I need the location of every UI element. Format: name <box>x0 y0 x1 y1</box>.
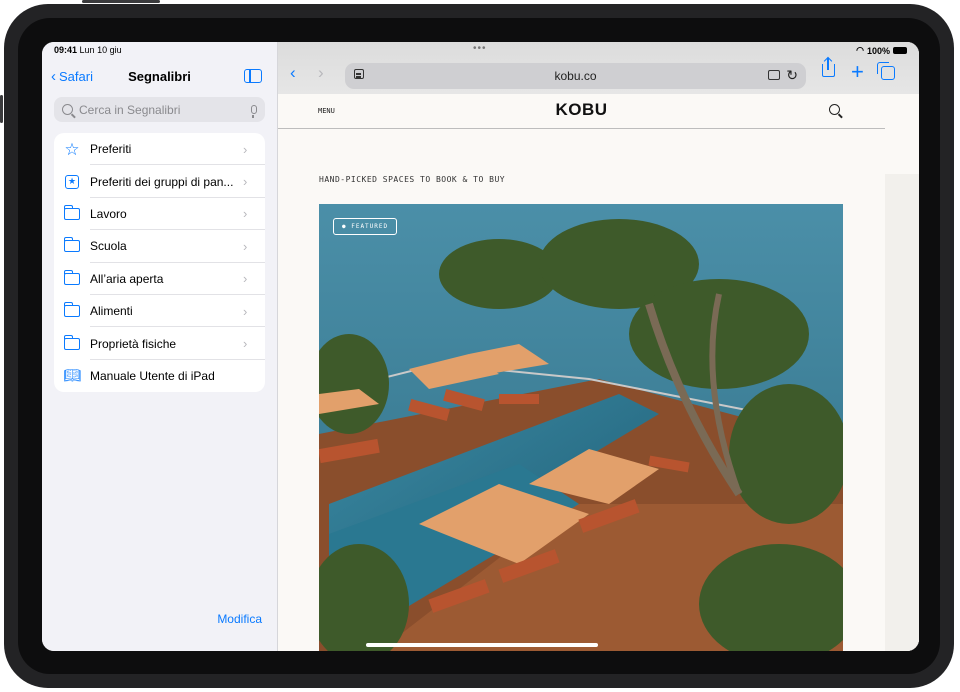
url-text: kobu.co <box>554 69 597 83</box>
search-icon <box>62 104 73 115</box>
bookmark-label: Alimenti <box>90 304 133 319</box>
bookmark-label: Preferiti dei gruppi di pan... <box>90 174 234 189</box>
chevron-right-icon: › <box>243 271 248 287</box>
top-button <box>82 0 160 3</box>
chevron-right-icon: › <box>243 206 248 222</box>
forward-icon[interactable]: › <box>318 63 324 83</box>
bookmark-item-proprieta-fisiche[interactable]: Proprietà fisiche › <box>54 327 265 361</box>
folder-icon <box>63 237 80 253</box>
site-logo[interactable]: KOBU <box>278 100 885 120</box>
wifi-icon: ◠ <box>856 45 864 55</box>
bookmark-label: All’aria aperta <box>90 271 164 286</box>
resort-pool-illustration <box>319 204 843 651</box>
star-box-icon: ★ <box>65 174 79 189</box>
status-time: 09:41 Lun 10 giu <box>54 45 122 55</box>
edit-button[interactable]: Modifica <box>217 612 262 626</box>
folder-icon <box>63 204 80 220</box>
folder-icon <box>63 269 80 285</box>
bookmark-label: Proprietà fisiche <box>90 336 177 351</box>
site-search-icon[interactable] <box>829 104 840 115</box>
battery-percent: 100% <box>866 45 890 56</box>
chevron-right-icon: › <box>243 141 248 157</box>
featured-hero-image[interactable]: ● FEATURED <box>319 204 843 651</box>
sidebar-header: ‹ Safari Segnalibri <box>42 64 277 92</box>
browser-toolbar: ••• ◠ 100% ‹ › kobu.co ↻ + <box>278 42 919 94</box>
site-tagline: HAND-PICKED SPACES TO BOOK & TO BUY <box>319 175 506 184</box>
bookmark-item-manuale-ipad[interactable]: 📖︎ Manuale Utente di iPad <box>54 360 265 392</box>
sidebar-toggle-icon[interactable] <box>244 69 262 83</box>
book-icon: 📖︎ <box>63 367 81 384</box>
multitasking-dots-icon[interactable]: ••• <box>473 43 487 54</box>
chevron-right-icon: › <box>243 336 248 352</box>
share-icon[interactable] <box>822 58 835 77</box>
address-bar[interactable]: kobu.co ↻ <box>345 63 806 89</box>
bookmarks-sidebar: 09:41 Lun 10 giu ‹ Safari Segnalibri Cer… <box>42 42 278 651</box>
home-indicator[interactable] <box>366 643 598 647</box>
page-gutter <box>885 174 919 651</box>
bookmark-item-preferiti-gruppi[interactable]: ★ Preferiti dei gruppi di pan... › <box>54 165 265 199</box>
featured-badge: ● FEATURED <box>333 218 398 235</box>
bookmark-label: Lavoro <box>90 206 127 221</box>
bookmarks-search-input[interactable]: Cerca in Segnalibri <box>54 97 265 122</box>
bookmark-label: Manuale Utente di iPad <box>90 368 215 383</box>
back-icon[interactable]: ‹ <box>290 63 296 83</box>
web-page: MENU KOBU HAND-PICKED SPACES TO BOOK & T… <box>278 94 919 651</box>
tabs-overview-icon[interactable] <box>877 62 895 80</box>
bookmark-label: Preferiti <box>90 142 132 157</box>
site-header: MENU KOBU <box>278 94 885 129</box>
bookmark-item-preferiti[interactable]: ☆ Preferiti › <box>54 133 265 166</box>
bookmark-item-alimenti[interactable]: Alimenti › <box>54 295 265 328</box>
chevron-right-icon: › <box>243 303 248 319</box>
sidebar-title: Segnalibri <box>128 69 191 84</box>
chevron-right-icon: › <box>243 174 248 190</box>
volume-button <box>0 95 3 123</box>
folder-icon <box>63 334 80 350</box>
reader-icon[interactable] <box>768 70 780 80</box>
bookmark-item-aria-aperta[interactable]: All’aria aperta › <box>54 263 265 296</box>
star-icon: ☆ <box>64 139 80 159</box>
reload-icon[interactable]: ↻ <box>786 67 798 84</box>
folder-icon <box>63 302 80 318</box>
bookmark-item-scuola[interactable]: Scuola › <box>54 230 265 263</box>
ipad-screen: 09:41 Lun 10 giu ‹ Safari Segnalibri Cer… <box>42 42 919 651</box>
status-indicators: ◠ 100% <box>856 45 907 56</box>
microphone-icon[interactable] <box>251 105 257 118</box>
browser-pane: ••• ◠ 100% ‹ › kobu.co ↻ + MENU KOBU HAN… <box>278 42 919 651</box>
search-placeholder: Cerca in Segnalibri <box>79 102 181 117</box>
chevron-right-icon: › <box>243 238 248 254</box>
bookmarks-list: ☆ Preferiti › ★ Preferiti dei gruppi di … <box>54 133 265 393</box>
battery-icon <box>893 47 907 54</box>
bookmark-label: Scuola <box>90 239 127 254</box>
new-tab-icon[interactable]: + <box>851 59 864 85</box>
bookmark-item-lavoro[interactable]: Lavoro › <box>54 198 265 231</box>
